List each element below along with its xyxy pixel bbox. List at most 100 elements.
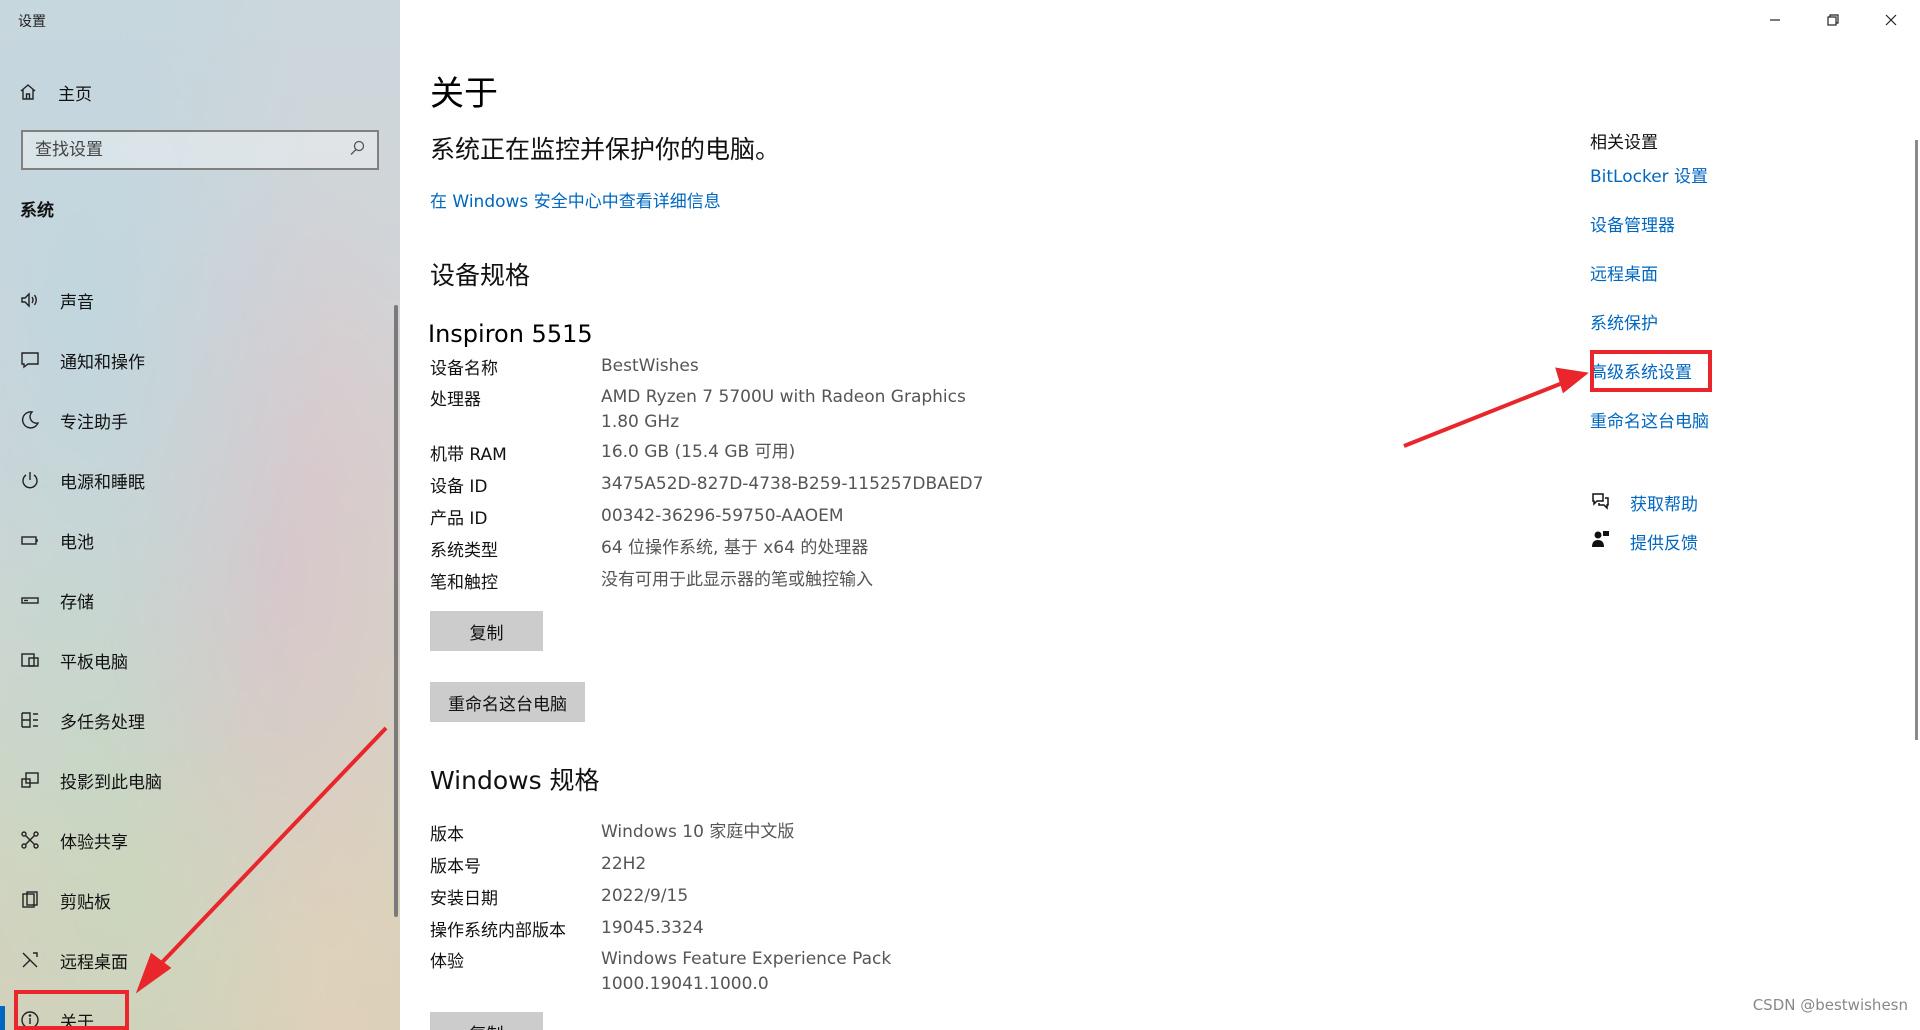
sidebar-item-power-sleep[interactable]: 电源和睡眠: [0, 450, 395, 510]
spec-value: 64 位操作系统, 基于 x64 的处理器: [601, 538, 869, 558]
spec-label: 笔和触控: [430, 573, 498, 593]
copy-device-specs-button[interactable]: 复制: [430, 611, 543, 651]
spec-value: 没有可用于此显示器的笔或触控输入: [601, 570, 873, 590]
sidebar-scrollbar[interactable]: [394, 305, 398, 917]
spec-row: 版本 Windows 10 家庭中文版: [430, 820, 794, 845]
spec-value: AMD Ryzen 7 5700U with Radeon Graphics: [601, 387, 966, 407]
spec-row: 版本号 22H2: [430, 852, 646, 877]
sidebar: 设置 主页 系统 声音 通知和操作 专注助手: [0, 0, 400, 1030]
sidebar-item-clipboard[interactable]: 剪贴板: [0, 870, 395, 930]
spec-label: 处理器: [430, 390, 481, 410]
spec-label: 机带 RAM: [430, 445, 507, 465]
sidebar-item-sound[interactable]: 声音: [0, 270, 395, 330]
spec-row: 产品 ID 00342-36296-59750-AAOEM: [430, 504, 844, 529]
main-scrollbar[interactable]: [1915, 140, 1918, 740]
spec-label: 操作系统内部版本: [430, 921, 566, 941]
spec-label: 版本: [430, 825, 464, 845]
get-help-row[interactable]: 获取帮助: [1590, 490, 1698, 515]
sidebar-item-label: 剪贴板: [60, 892, 111, 913]
home-icon: [18, 82, 38, 102]
sidebar-item-storage[interactable]: 存储: [0, 570, 395, 630]
main-content: 关于 系统正在监控并保护你的电脑。 在 Windows 安全中心中查看详细信息 …: [400, 0, 1920, 1030]
clipboard-icon: [20, 890, 40, 910]
close-button[interactable]: [1862, 0, 1920, 40]
page-title: 关于: [430, 74, 498, 114]
remote-desktop-icon: [20, 950, 40, 970]
bitlocker-settings-link[interactable]: BitLocker 设置: [1590, 162, 1708, 187]
help-chat-icon: [1590, 490, 1610, 515]
spec-value: Windows Feature Experience Pack: [601, 949, 892, 969]
spec-label: 设备 ID: [430, 477, 488, 497]
sidebar-item-label: 投影到此电脑: [60, 772, 162, 793]
remote-desktop-link[interactable]: 远程桌面: [1590, 260, 1658, 285]
watermark: CSDN @bestwishesn: [1752, 996, 1908, 1014]
project-icon: [20, 770, 40, 790]
spec-value-line2: 1.80 GHz: [601, 412, 680, 432]
sidebar-home-label: 主页: [58, 84, 92, 105]
annotation-box-about: [14, 990, 129, 1030]
sidebar-item-label: 专注助手: [60, 412, 128, 433]
multitask-icon: [20, 710, 40, 730]
spec-value: BestWishes: [601, 356, 699, 376]
app-title: 设置: [18, 14, 46, 30]
moon-icon: [20, 410, 40, 430]
sidebar-item-label: 声音: [60, 292, 94, 313]
window-controls: [1746, 0, 1920, 40]
spec-value: 22H2: [601, 854, 647, 874]
spec-row: 笔和触控 没有可用于此显示器的笔或触控输入: [430, 568, 873, 593]
notification-icon: [20, 350, 40, 370]
rename-this-pc-link[interactable]: 重命名这台电脑: [1590, 407, 1709, 432]
get-help-link[interactable]: 获取帮助: [1630, 490, 1698, 515]
restore-button[interactable]: [1804, 0, 1862, 40]
close-icon: [1885, 14, 1897, 26]
search-input[interactable]: [35, 140, 349, 160]
security-center-link[interactable]: 在 Windows 安全中心中查看详细信息: [430, 187, 721, 212]
sidebar-item-label: 远程桌面: [60, 952, 128, 973]
spec-label: 设备名称: [430, 359, 498, 379]
spec-row: 处理器 AMD Ryzen 7 5700U with Radeon Graphi…: [430, 385, 966, 435]
sidebar-item-remote-desktop[interactable]: 远程桌面: [0, 930, 395, 990]
copy-windows-specs-button[interactable]: 复制: [430, 1012, 543, 1030]
spec-value-line2: 1000.19041.1000.0: [601, 974, 769, 994]
spec-row: 体验 Windows Feature Experience Pack 1000.…: [430, 947, 891, 997]
sidebar-item-label: 通知和操作: [60, 352, 145, 373]
search-box: [21, 130, 379, 170]
sidebar-item-project[interactable]: 投影到此电脑: [0, 750, 395, 810]
power-icon: [20, 470, 40, 490]
device-manager-link[interactable]: 设备管理器: [1590, 211, 1675, 236]
rename-pc-button[interactable]: 重命名这台电脑: [430, 682, 585, 722]
spec-label: 体验: [430, 952, 464, 972]
sidebar-item-shared-experiences[interactable]: 体验共享: [0, 810, 395, 870]
minimize-button[interactable]: [1746, 0, 1804, 40]
windows-specs-heading: Windows 规格: [430, 766, 600, 795]
device-model: Inspiron 5515: [428, 320, 593, 348]
restore-icon: [1827, 14, 1839, 26]
sidebar-item-label: 电源和睡眠: [60, 472, 145, 493]
device-specs-heading: 设备规格: [430, 261, 531, 290]
sidebar-item-focus-assist[interactable]: 专注助手: [0, 390, 395, 450]
spec-row: 操作系统内部版本 19045.3324: [430, 916, 704, 941]
system-protection-link[interactable]: 系统保护: [1590, 309, 1658, 334]
feedback-row[interactable]: 提供反馈: [1590, 529, 1698, 554]
spec-value: Windows 10 家庭中文版: [601, 822, 795, 842]
sidebar-item-multitasking[interactable]: 多任务处理: [0, 690, 395, 750]
speaker-icon: [20, 290, 40, 310]
sidebar-item-battery[interactable]: 电池: [0, 510, 395, 570]
spec-row: 设备 ID 3475A52D-827D-4738-B259-115257DBAE…: [430, 472, 983, 497]
sidebar-item-label: 存储: [60, 592, 94, 613]
spec-value: 3475A52D-827D-4738-B259-115257DBAED7: [601, 474, 984, 494]
sidebar-item-label: 体验共享: [60, 832, 128, 853]
storage-icon: [20, 590, 40, 610]
protection-status: 系统正在监控并保护你的电脑。: [430, 135, 781, 164]
spec-label: 产品 ID: [430, 509, 488, 529]
sidebar-item-notifications[interactable]: 通知和操作: [0, 330, 395, 390]
sidebar-item-label: 平板电脑: [60, 652, 128, 673]
feedback-link[interactable]: 提供反馈: [1630, 529, 1698, 554]
spec-row: 安装日期 2022/9/15: [430, 884, 688, 909]
annotation-box-advanced-settings: [1590, 350, 1712, 392]
sidebar-home[interactable]: 主页: [18, 78, 92, 106]
battery-icon: [20, 530, 40, 550]
sidebar-item-tablet[interactable]: 平板电脑: [0, 630, 395, 690]
search-icon[interactable]: [349, 140, 365, 160]
feedback-icon: [1590, 529, 1610, 554]
